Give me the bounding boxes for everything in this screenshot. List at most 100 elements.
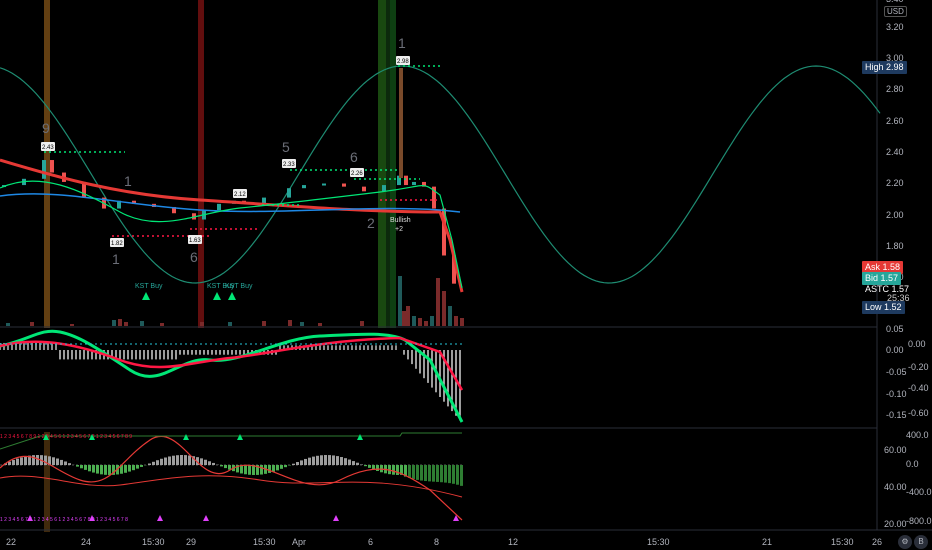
oscillator-bar <box>96 465 99 474</box>
osc-left-tick-label: 20.00 <box>884 519 907 529</box>
signal-arrow-icon <box>157 515 163 521</box>
volume-bar <box>300 322 304 326</box>
volume-bar <box>454 316 458 326</box>
oscillator-bar <box>248 465 251 475</box>
oscillator-red-line <box>0 435 463 521</box>
osc-left-tick-label: 40.00 <box>884 482 907 492</box>
oscillator-bar <box>448 465 451 484</box>
oscillator-bar <box>376 465 379 471</box>
volume-bar <box>412 316 416 326</box>
volume-bar <box>402 311 406 326</box>
bullish-label: Bullish <box>390 217 411 224</box>
price-tick-label: 2.80 <box>886 84 904 94</box>
oscillator-bar <box>128 465 131 472</box>
count-sequence-text: 1 2 3 4 5 6 7 8 1 2 3 4 5 6 1 2 3 4 5 6 … <box>0 517 128 523</box>
kst-buy-label: KST Buy <box>135 283 163 290</box>
oscillator-bar <box>160 458 163 465</box>
oscillator-bar <box>420 465 423 481</box>
oscillator-bar <box>24 456 27 465</box>
oscillator-bar <box>104 465 107 475</box>
oscillator-bar <box>316 455 319 465</box>
osc-right-tick-label: -800.0 <box>906 516 932 526</box>
oscillator-bar <box>212 462 215 465</box>
volume-bar <box>124 322 128 326</box>
oscillator-bar <box>356 462 359 465</box>
oscillator-bar <box>16 458 19 465</box>
oscillator-bar <box>52 457 55 465</box>
candle <box>399 68 403 178</box>
setup-count-number: 1 <box>112 251 120 267</box>
oscillator-bar <box>140 465 143 467</box>
oscillator-bar <box>164 457 167 465</box>
tradingview-logo-icon[interactable]: B <box>914 535 928 549</box>
setup-count-number: 6 <box>350 149 358 165</box>
volume-bar <box>160 323 164 326</box>
time-tick-label: 12 <box>508 537 519 547</box>
oscillator-bar <box>352 461 355 465</box>
oscillator-bar <box>348 459 351 465</box>
price-tick-label: 2.40 <box>886 147 904 157</box>
oscillator-bar <box>440 465 443 483</box>
volume-bar <box>448 306 452 326</box>
volume-bar <box>436 278 440 326</box>
high-price-tag: High 2.98 <box>862 61 907 74</box>
osc-left-tick-label: 60.00 <box>884 445 907 455</box>
volume-bar <box>424 321 428 326</box>
price-tag-text: 1.63 <box>189 238 201 244</box>
oscillator-bar <box>344 458 347 465</box>
kst-tick-label: 0.05 <box>886 324 904 334</box>
oscillator-bar <box>148 463 151 465</box>
oscillator-bar <box>260 465 263 475</box>
signal-arrow-icon <box>203 515 209 521</box>
volume-bar <box>30 322 34 326</box>
oscillator-bar <box>412 465 415 480</box>
volume-bar <box>398 276 402 326</box>
oscillator-bar <box>444 465 447 483</box>
oscillator-bar <box>300 460 303 465</box>
price-tick-label: 2.00 <box>886 210 904 220</box>
oscillator-bar <box>20 457 23 465</box>
oscillator-bar <box>336 456 339 465</box>
volume-bar <box>70 324 74 326</box>
oscillator-bar <box>280 465 283 469</box>
oscillator-bar <box>424 465 427 482</box>
oscillator-bar <box>460 465 463 486</box>
oscillator-bar <box>152 461 155 465</box>
candle <box>217 203 221 211</box>
signal-arrow-icon <box>333 515 339 521</box>
settings-icon[interactable]: ⚙ <box>898 535 912 549</box>
oscillator-bar <box>328 455 331 465</box>
candle <box>382 185 386 192</box>
oscillator-bar <box>84 465 87 470</box>
volume-bar <box>228 322 232 326</box>
oscillator-bar <box>244 465 247 475</box>
volume-bar <box>200 322 204 326</box>
oscillator-bar <box>184 455 187 465</box>
price-tag-text: 1.82 <box>111 241 123 247</box>
osc-right-tick-label: -400.0 <box>906 487 932 497</box>
oscillator-bar <box>204 459 207 465</box>
oscillator-bar <box>432 465 435 482</box>
oscillator-bar <box>340 457 343 465</box>
time-tick-label: 21 <box>762 537 773 547</box>
time-tick-label: 29 <box>186 537 197 547</box>
price-tick-label: 1.80 <box>886 241 904 251</box>
oscillator-bar <box>368 465 371 468</box>
price-tick-label: 2.20 <box>886 178 904 188</box>
oscillator-bar <box>292 463 295 465</box>
stock-chart[interactable]: 2.431.82 1.632.122.332.262.98911 65612KST … <box>0 0 932 550</box>
oscillator-bar <box>136 465 139 469</box>
candle <box>404 175 408 186</box>
volume-bar <box>418 318 422 326</box>
volume-bar <box>460 318 464 326</box>
time-tick-label: 26 <box>872 537 883 547</box>
oscillator-bar <box>208 461 211 465</box>
candle <box>362 186 366 192</box>
cycle-sine-line <box>0 65 881 284</box>
oscillator-bar <box>108 465 111 475</box>
buy-arrow-icon <box>213 292 221 300</box>
setup-count-number: 9 <box>42 120 50 136</box>
time-tick-label: 8 <box>434 537 440 547</box>
oscillator-bar <box>360 464 363 465</box>
kst-tick-label: -0.15 <box>886 410 907 420</box>
